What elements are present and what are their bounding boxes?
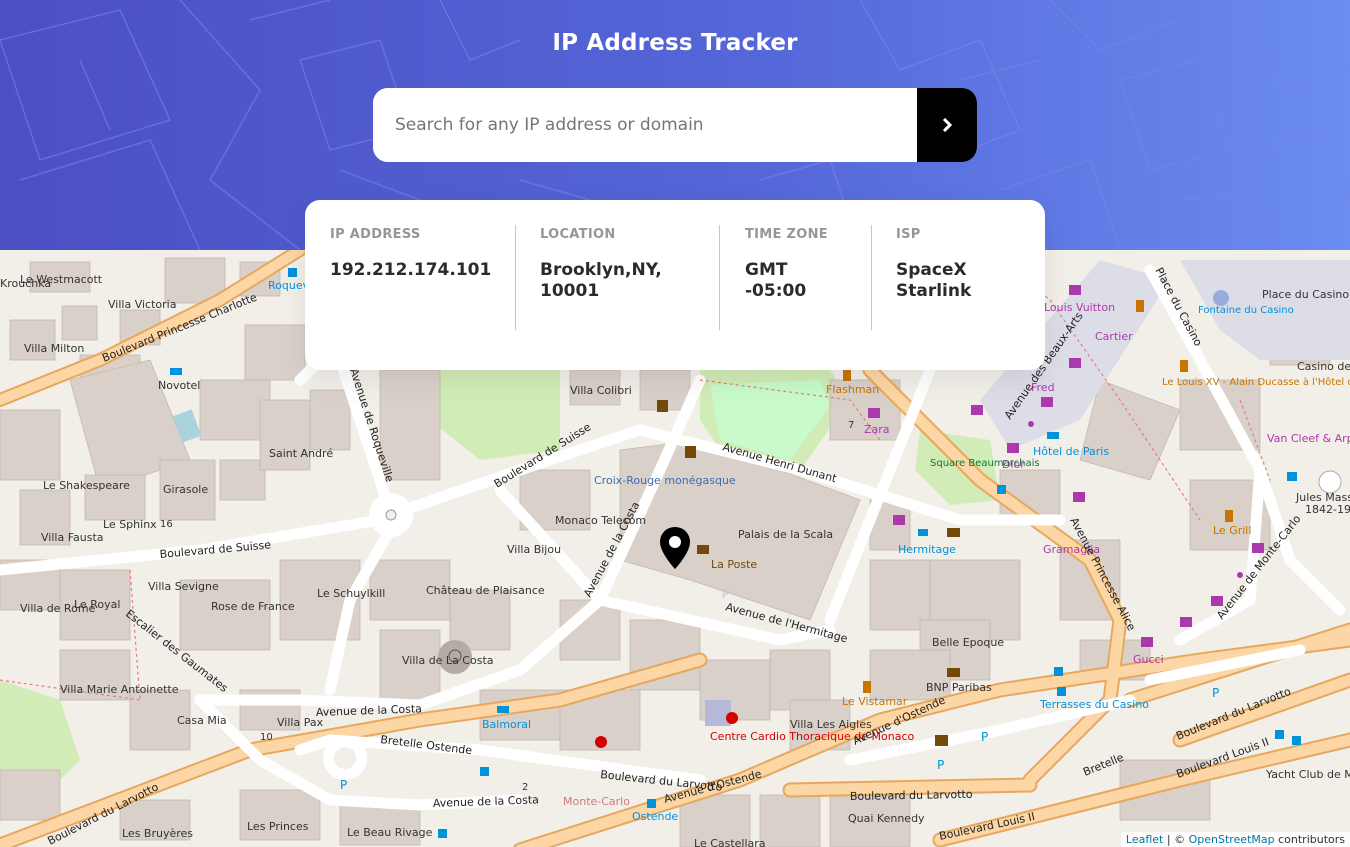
label-number-10: 10 <box>260 732 273 743</box>
label-villa-milton: Villa Milton <box>24 342 84 355</box>
label-villa-marie: Villa Marie Antoinette <box>60 683 179 696</box>
label-bnp: BNP Paribas <box>926 681 992 694</box>
label-monte-carlo: Monte-Carlo <box>563 795 630 808</box>
search-input[interactable] <box>373 88 917 162</box>
label-gucci: Gucci <box>1133 653 1164 666</box>
svg-text:P: P <box>1212 686 1219 700</box>
label-les-princes: Les Princes <box>247 820 309 833</box>
label-villa-sevigne: Villa Sevigne <box>148 580 219 593</box>
label-louis-vuitton: Louis Vuitton <box>1044 301 1115 314</box>
label-yacht-club: Yacht Club de Monaco <box>1265 768 1350 781</box>
label-villa-colibri: Villa Colibri <box>570 384 632 397</box>
isp-section: ISP SpaceX Starlink <box>871 225 1045 330</box>
label-van-cleef: Van Cleef & Arpels <box>1267 432 1350 445</box>
timezone-value: GMT -05:00 <box>745 260 807 301</box>
ip-address-section: IP ADDRESS 192.212.174.101 <box>305 225 515 330</box>
ip-address-label: IP ADDRESS <box>330 227 421 242</box>
location-marker[interactable] <box>659 526 691 574</box>
map-attribution: Leaflet | © OpenStreetMap contributors <box>1120 832 1350 847</box>
label-croix-rouge: Croix-Rouge monégasque <box>594 474 736 487</box>
label-villa-la-costa: Villa de La Costa <box>402 654 494 667</box>
label-number-16: 16 <box>160 519 173 530</box>
leaflet-link[interactable]: Leaflet <box>1126 833 1163 846</box>
label-chateau-plaisance: Château de Plaisance <box>426 584 545 597</box>
label-casa-mia: Casa Mia <box>177 714 227 727</box>
location-label: LOCATION <box>540 227 616 242</box>
svg-text:P: P <box>340 778 347 792</box>
location-section: LOCATION Brooklyn,NY, 10001 <box>515 225 719 330</box>
label-le-castellara: Le Castellara <box>694 837 766 847</box>
location-pin-icon <box>660 527 690 569</box>
search-submit-button[interactable] <box>917 88 977 162</box>
label-krouchka: Krouchka <box>0 277 51 290</box>
label-hotel-paris: Hôtel de Paris <box>1033 445 1109 458</box>
ip-address-value: 192.212.174.101 <box>330 260 492 280</box>
isp-label: ISP <box>896 227 921 242</box>
label-zara: Zara <box>864 423 890 436</box>
svg-text:P: P <box>722 587 729 601</box>
label-novotel: Novotel <box>158 379 200 392</box>
label-number-2: 2 <box>522 782 528 793</box>
label-les-bruyeres: Les Bruyères <box>122 827 193 840</box>
page-title: IP Address Tracker <box>552 30 798 56</box>
label-cartier: Cartier <box>1095 330 1133 343</box>
label-le-grill: Le Grill <box>1213 524 1251 537</box>
label-belle-epoque: Belle Epoque <box>932 636 1004 649</box>
label-le-vistamar: Le Vistamar <box>842 695 908 708</box>
label-ostende: Ostende <box>632 810 678 823</box>
label-palais-scala: Palais de la Scala <box>738 528 833 541</box>
chevron-right-icon <box>942 118 952 132</box>
label-casino-monte-carlo: Casino de Monte Carlo <box>1297 360 1350 373</box>
ip-info-card: IP ADDRESS 192.212.174.101 LOCATION Broo… <box>305 200 1045 370</box>
search-form <box>373 88 977 162</box>
label-villa-fausta: Villa Fausta <box>41 531 104 544</box>
label-fontaine-casino: Fontaine du Casino <box>1198 305 1294 316</box>
location-value: Brooklyn,NY, 10001 <box>540 260 662 301</box>
label-terrasses-casino: Terrasses du Casino <box>1039 698 1149 711</box>
svg-text:P: P <box>937 758 944 772</box>
label-villa-aigles: Villa Les Aigles <box>790 718 872 731</box>
attribution-separator: | © <box>1163 833 1189 846</box>
label-boulevard-larvotto-3: Boulevard du Larvotto <box>850 788 973 803</box>
label-la-poste: La Poste <box>711 558 757 571</box>
timezone-label: TIME ZONE <box>745 227 828 242</box>
label-balmoral: Balmoral <box>482 718 531 731</box>
label-number-7: 7 <box>848 420 854 431</box>
label-le-schuylkill: Le Schuylkill <box>317 587 385 600</box>
svg-text:P: P <box>981 730 988 744</box>
label-le-shakespeare: Le Shakespeare <box>43 479 130 492</box>
isp-value: SpaceX Starlink <box>896 260 972 301</box>
openstreetmap-link[interactable]: OpenStreetMap <box>1189 833 1275 846</box>
label-le-beau-rivage: Le Beau Rivage <box>347 826 433 839</box>
label-villa-bijou: Villa Bijou <box>507 543 561 556</box>
label-saint-andre: Saint André <box>269 447 333 460</box>
label-villa-victoria: Villa Victoria <box>108 298 176 311</box>
label-jules-massenet-years: 1842-1912 <box>1305 503 1350 516</box>
label-place-casino: Place du Casino <box>1262 288 1349 301</box>
label-rose-france: Rose de France <box>211 600 295 613</box>
label-le-sphinx: Le Sphinx <box>103 518 157 531</box>
label-le-louis-xv: Le Louis XV - Alain Ducasse à l'Hôtel de… <box>1162 376 1350 388</box>
label-girasole: Girasole <box>163 483 208 496</box>
label-villa-rome: Villa de Rome <box>20 602 96 615</box>
timezone-section: TIME ZONE GMT -05:00 <box>719 225 871 330</box>
label-quai-kennedy: Quai Kennedy <box>848 812 925 825</box>
label-flashman: Flashman <box>826 383 879 396</box>
label-hermitage: Hermitage <box>898 543 956 556</box>
attribution-contributors: contributors <box>1274 833 1345 846</box>
label-square-beaumarchais: Square Beaumarchais <box>930 458 1040 469</box>
